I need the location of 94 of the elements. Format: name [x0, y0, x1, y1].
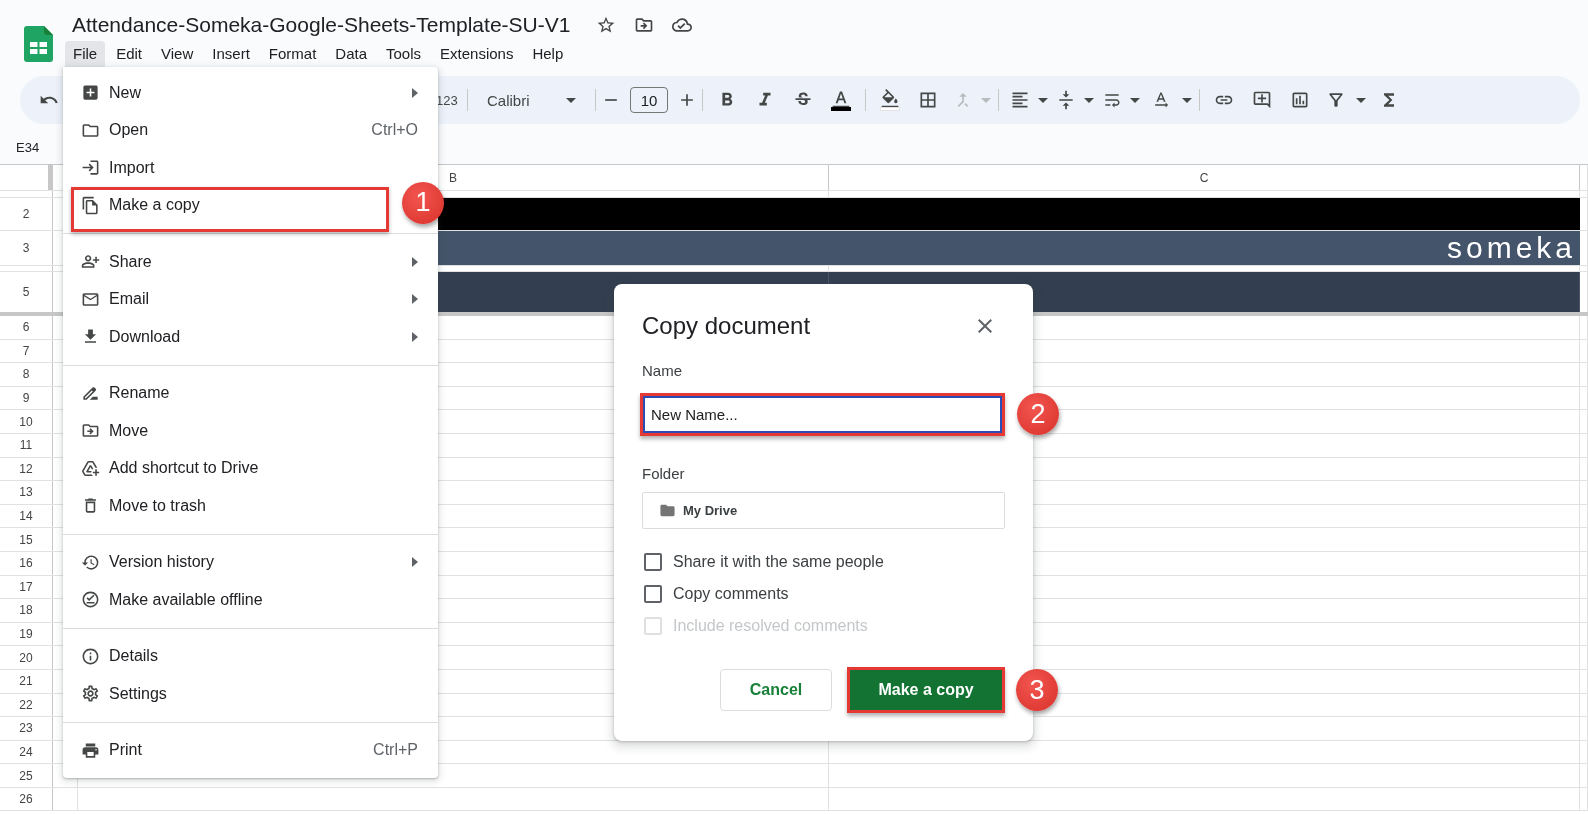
- spreadsheet-icon[interactable]: [24, 26, 53, 62]
- menu-item[interactable]: Details: [63, 637, 438, 675]
- row-number: 10: [0, 410, 53, 433]
- text-color-icon[interactable]: [831, 89, 851, 111]
- menu-item[interactable]: Make available offline: [63, 581, 438, 619]
- row-number: 14: [0, 504, 53, 528]
- font-dropdown[interactable]: Calibri: [473, 91, 590, 109]
- chart-icon[interactable]: [1290, 90, 1310, 110]
- menu-item[interactable]: Print Ctrl+P: [63, 731, 438, 769]
- printer-icon: [81, 740, 100, 760]
- paint-bucket-icon[interactable]: [880, 89, 900, 111]
- row-number: 20: [0, 646, 53, 669]
- menu-item[interactable]: Settings: [63, 675, 438, 713]
- brand-logo: someka: [1446, 232, 1576, 263]
- menu-bar-item[interactable]: Data: [327, 41, 375, 67]
- caret-icon[interactable]: [1182, 97, 1192, 103]
- row-number: 13: [0, 481, 53, 504]
- menu-bar-item[interactable]: Tools: [378, 41, 430, 67]
- field-label: Name: [642, 362, 683, 380]
- settings-icon: [81, 684, 100, 704]
- menu-item[interactable]: Rename: [63, 374, 438, 412]
- row-number: 9: [0, 386, 53, 410]
- row-number: 3: [0, 230, 53, 265]
- row-number: 6: [0, 316, 53, 339]
- copy-icon: [81, 195, 100, 215]
- caret-icon[interactable]: [1130, 97, 1140, 103]
- row-number: 21: [0, 669, 53, 693]
- cancel-button[interactable]: Cancel: [720, 669, 832, 711]
- freeze-handle[interactable]: [48, 165, 53, 190]
- checkbox-label: Copy comments: [673, 585, 789, 603]
- caret-icon[interactable]: [1356, 97, 1366, 103]
- arrow-into-bracket-icon: [81, 158, 100, 178]
- row-number: 11: [0, 433, 53, 457]
- row-number: 26: [0, 787, 53, 811]
- caret-icon: [566, 97, 576, 103]
- field-label: Folder: [642, 465, 686, 483]
- row-number: 16: [0, 551, 53, 575]
- cell-reference[interactable]: E34: [16, 139, 40, 155]
- menu-bar-item[interactable]: File: [65, 41, 106, 67]
- checkbox-label: Include resolved comments: [673, 617, 868, 635]
- checkbox-label: Share it with the same people: [673, 553, 884, 571]
- checkbox[interactable]: [644, 553, 662, 571]
- document-title[interactable]: Attendance-Someka-Google-Sheets-Template-SU-V1: [72, 13, 571, 37]
- row-number: 19: [0, 622, 53, 646]
- row-number: 12: [0, 457, 53, 481]
- menu-item[interactable]: Move: [63, 412, 438, 450]
- step-badge: 1: [402, 181, 444, 224]
- menu-bar-item[interactable]: Insert: [204, 41, 258, 67]
- folder-arrow-icon[interactable]: [634, 15, 655, 35]
- step-badge: 3: [1016, 669, 1058, 711]
- menu-item[interactable]: Email: [63, 280, 438, 318]
- column-header: C: [829, 165, 1580, 190]
- menu-bar-item[interactable]: Format: [260, 41, 325, 67]
- row-number: 23: [0, 717, 53, 740]
- menu-item[interactable]: Open Ctrl+O: [63, 111, 438, 149]
- row-number: 2: [0, 197, 53, 230]
- row-number: 17: [0, 575, 53, 599]
- info-icon: [81, 646, 100, 666]
- cloud-check-icon[interactable]: [672, 15, 693, 35]
- step-badge: 2: [1017, 393, 1059, 435]
- menu-bar-item[interactable]: View: [153, 41, 202, 67]
- name-field[interactable]: New Name...: [640, 393, 1005, 436]
- row-number: 24: [0, 740, 53, 764]
- menu-item[interactable]: Make a copy: [71, 186, 389, 232]
- vertical-align-icon[interactable]: [1056, 90, 1076, 110]
- row-number: 22: [0, 693, 53, 717]
- add-comment-icon[interactable]: [1252, 90, 1272, 110]
- menu-item[interactable]: Move to trash: [63, 487, 438, 525]
- make-copy-button[interactable]: Make a copy: [847, 667, 1005, 713]
- menu-item[interactable]: Version history: [63, 543, 438, 581]
- align-left-icon[interactable]: [1010, 90, 1030, 110]
- folder-icon: [659, 502, 676, 519]
- grid-icon[interactable]: [918, 90, 938, 110]
- row-number: 15: [0, 528, 53, 551]
- menu-bar-item[interactable]: Extensions: [432, 41, 522, 67]
- row-number: 18: [0, 599, 53, 622]
- triangle-plus-icon: [81, 458, 100, 478]
- row-number: 5: [0, 272, 53, 312]
- menu-item[interactable]: Add shortcut to Drive: [63, 449, 438, 487]
- caret-icon[interactable]: [1038, 97, 1048, 103]
- caret-icon[interactable]: [1084, 97, 1094, 103]
- menu-item[interactable]: New: [63, 74, 438, 112]
- font-size-field[interactable]: 10: [630, 87, 668, 113]
- row-number: 25: [0, 764, 53, 787]
- folder-field[interactable]: My Drive: [642, 492, 1005, 529]
- menu-item[interactable]: Share: [63, 243, 438, 281]
- menu-item[interactable]: Download: [63, 318, 438, 356]
- menu-bar-item[interactable]: Help: [524, 41, 572, 67]
- clock-arrow-icon: [81, 552, 100, 572]
- menu-bar-item[interactable]: Edit: [108, 41, 151, 67]
- row-number: 8: [0, 363, 53, 386]
- checkbox[interactable]: [644, 585, 662, 603]
- row-number: 7: [0, 339, 53, 363]
- dialog-title: Copy document: [642, 312, 811, 340]
